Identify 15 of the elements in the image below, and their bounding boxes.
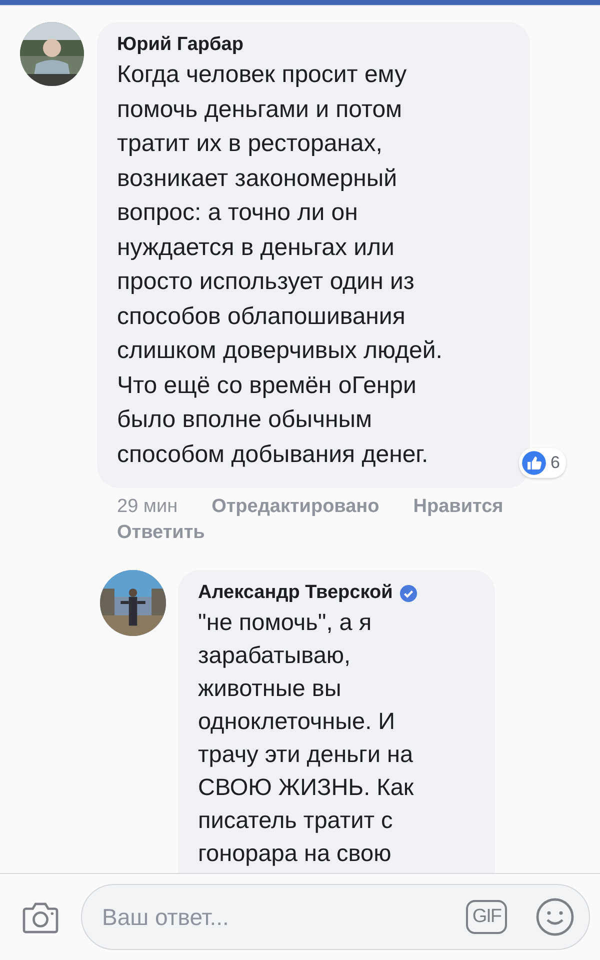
thumbs-up-icon [520,450,547,476]
reaction-count: 6 [550,453,560,473]
comment-text: Когда человек просит ему помочь деньгами и потом тратит их в ресторанах, возникает закономерный вопрос: а точно ли он нуждается в деньгах или просто использует один из способов облапошивания слишком доверчивых людей. Что ещё со времён оГенри было вполне обычным способом добывания денег. [117,60,444,470]
gif-button[interactable]: GIF [466,900,507,934]
comment-text: "не помочь", а я зарабатываю, животные вы одноклеточные. И трачу эти деньги на СВОЮ ЖИЗНЬ. Как писатель тратит с гонорара на свою [198,608,415,868]
author-name[interactable]: Юрий Гарбар [117,34,244,56]
action-link[interactable]: Нравится [413,496,504,518]
reaction-badge[interactable]: 6 [518,448,566,478]
comment-time: 29 мин [117,496,178,518]
author-name[interactable]: Александр Тверской [198,582,393,604]
smiley-icon[interactable] [535,897,575,937]
reply-input-field[interactable]: Ваш ответ... GIF [81,884,590,950]
edited-link[interactable]: Отредактировано [212,496,380,518]
action-link[interactable]: Ответить [117,522,205,544]
camera-icon[interactable] [22,900,59,934]
